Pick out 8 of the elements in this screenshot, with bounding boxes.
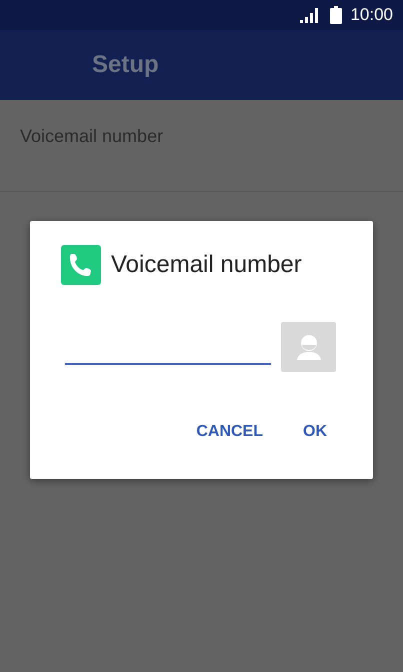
- dialog-title: Voicemail number: [111, 251, 302, 279]
- phone-icon: [61, 245, 101, 285]
- person-icon: [296, 334, 322, 360]
- app-bar-title: Setup: [92, 51, 159, 79]
- cancel-button[interactable]: CANCEL: [186, 415, 273, 449]
- status-time: 10:00: [350, 5, 393, 25]
- battery-icon: [330, 6, 342, 24]
- ok-button[interactable]: OK: [293, 415, 337, 449]
